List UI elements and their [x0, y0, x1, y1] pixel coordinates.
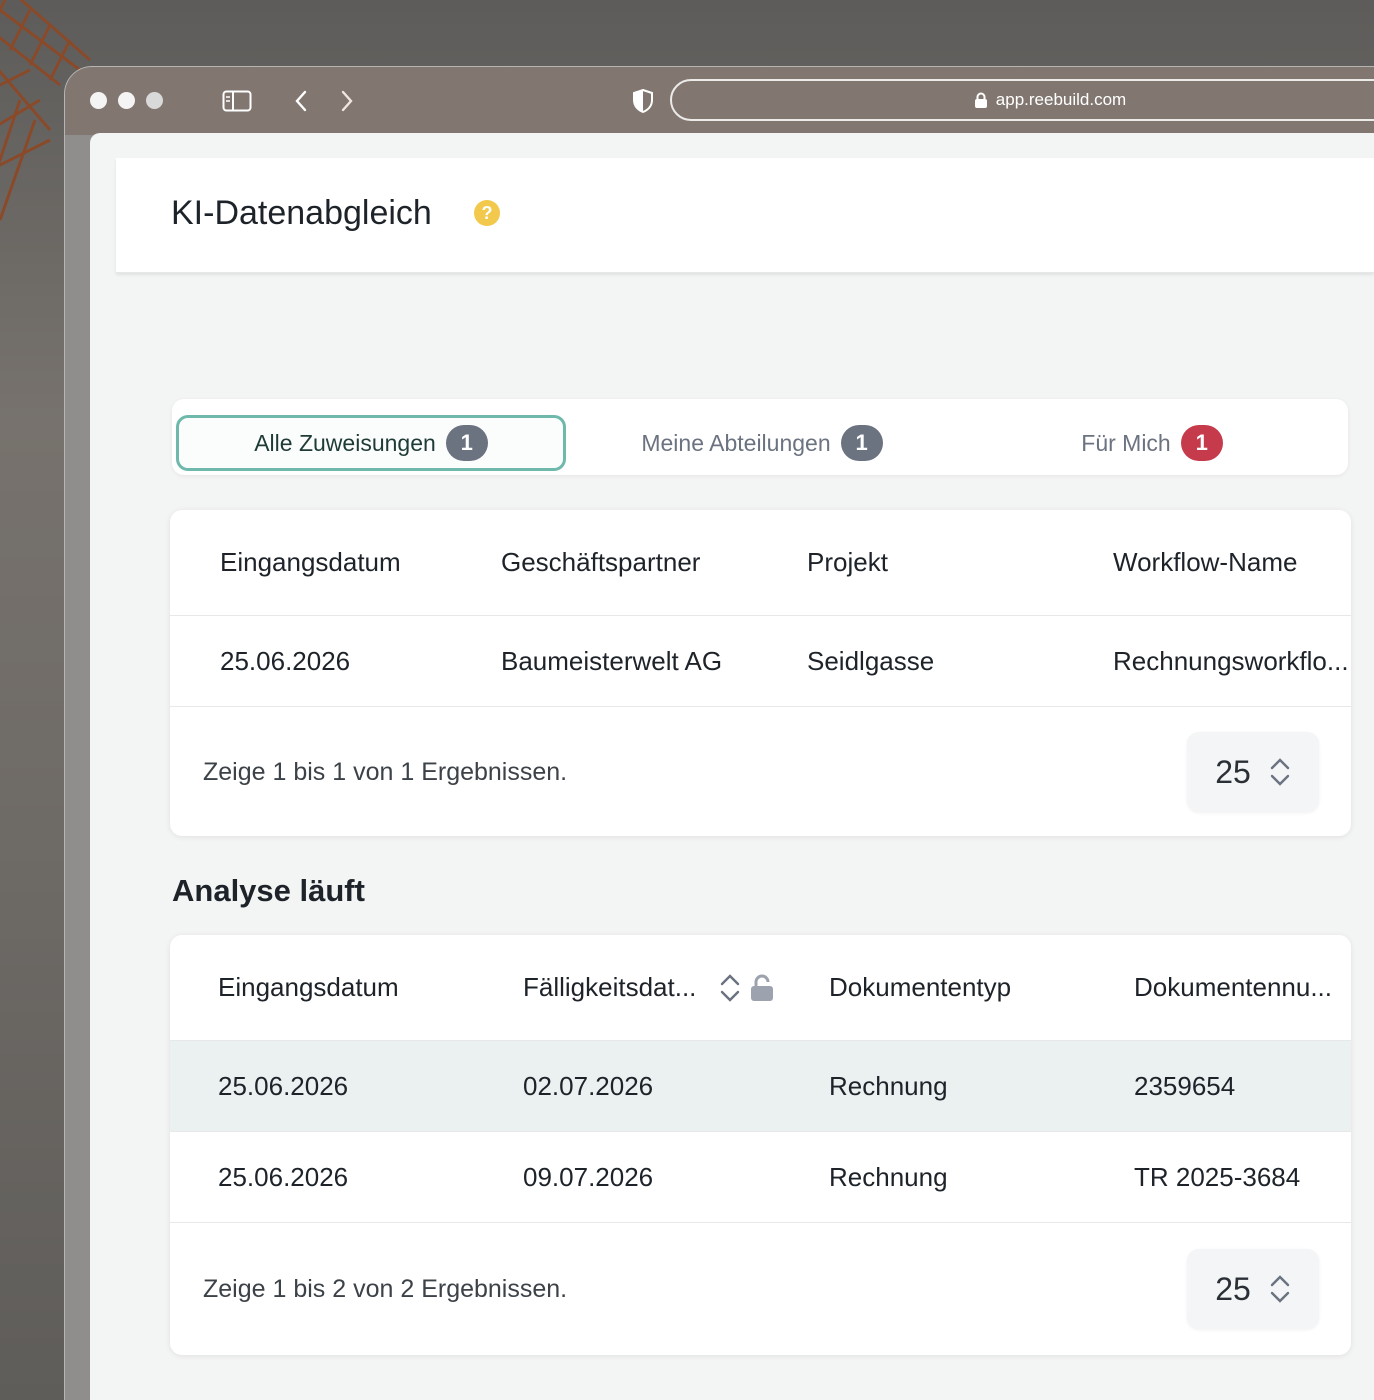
- url-text: app.reebuild.com: [995, 90, 1127, 109]
- tab-label: Für Mich: [1081, 429, 1171, 456]
- close-window-button[interactable]: [90, 92, 107, 109]
- back-icon[interactable]: [291, 87, 311, 115]
- tab-meine-abteilungen[interactable]: Meine Abteilungen 1: [572, 415, 952, 471]
- section-title-analysis: Analyse läuft: [172, 873, 365, 908]
- tab-label: Meine Abteilungen: [641, 429, 831, 456]
- page-size-value: 25: [1215, 1270, 1251, 1307]
- chevron-up-down-icon: [1270, 1275, 1289, 1303]
- page-size-value: 25: [1215, 753, 1251, 790]
- table-cell: Rechnungsworkflo...: [1113, 645, 1349, 676]
- table-cell: 09.07.2026: [523, 1161, 654, 1192]
- assignment-tabs: Alle Zuweisungen 1 Meine Abteilungen 1 F…: [172, 399, 1348, 475]
- tab-alle-zuweisungen[interactable]: Alle Zuweisungen 1: [176, 415, 566, 471]
- table-cell: Rechnung: [829, 1161, 948, 1192]
- page-size-select[interactable]: 25: [1187, 1249, 1319, 1329]
- column-header[interactable]: Dokumentennu...: [1134, 935, 1332, 1040]
- tab-label: Alle Zuweisungen: [254, 429, 436, 456]
- unlock-icon[interactable]: [750, 974, 774, 1002]
- minimize-window-button[interactable]: [118, 92, 135, 109]
- results-summary: Zeige 1 bis 1 von 1 Ergebnissen.: [203, 758, 568, 786]
- forward-icon[interactable]: [337, 87, 357, 115]
- table-row[interactable]: 25.06.2026 02.07.2026 Rechnung 2359654: [170, 1041, 1351, 1132]
- table-cell: Rechnung: [829, 1070, 948, 1101]
- column-header[interactable]: Geschäftspartner: [501, 510, 700, 615]
- browser-toolbar: app.reebuild.com: [65, 67, 1374, 135]
- page-title: KI-Datenabgleich: [171, 194, 432, 232]
- results-summary: Zeige 1 bis 2 von 2 Ergebnissen.: [203, 1275, 568, 1303]
- table-cell: Seidlgasse: [807, 645, 935, 676]
- column-header[interactable]: Workflow-Name: [1113, 510, 1297, 615]
- page-size-select[interactable]: 25: [1187, 732, 1319, 812]
- count-badge: 1: [840, 425, 883, 461]
- table-row[interactable]: 25.06.2026 09.07.2026 Rechnung TR 2025-3…: [170, 1132, 1351, 1223]
- count-badge: 1: [1180, 425, 1223, 461]
- address-bar[interactable]: app.reebuild.com: [670, 79, 1374, 121]
- column-header-label: Fälligkeitsdat...: [523, 972, 697, 1002]
- chevron-up-down-icon: [1270, 758, 1289, 786]
- table-cell: 25.06.2026: [218, 1161, 349, 1192]
- column-header[interactable]: Eingangsdatum: [220, 510, 401, 615]
- tab-fuer-mich[interactable]: Für Mich 1: [962, 415, 1342, 471]
- privacy-shield-icon[interactable]: [631, 87, 655, 115]
- table-header-row: Eingangsdatum Geschäftspartner Projekt W…: [170, 510, 1351, 616]
- sort-icon[interactable]: [718, 972, 742, 1004]
- column-header[interactable]: Projekt: [807, 510, 888, 615]
- analysis-table: Eingangsdatum Fälligkeitsdat... Dokument…: [170, 935, 1351, 1355]
- table-cell: 2359654: [1134, 1070, 1236, 1101]
- table-cell: 02.07.2026: [523, 1070, 654, 1101]
- column-header-sortable[interactable]: Fälligkeitsdat...: [523, 935, 774, 1040]
- help-icon[interactable]: ?: [474, 200, 500, 226]
- table-cell: 25.06.2026: [218, 1070, 349, 1101]
- column-header[interactable]: Eingangsdatum: [218, 935, 399, 1040]
- assignments-table: Eingangsdatum Geschäftspartner Projekt W…: [170, 510, 1351, 836]
- sidebar-toggle-icon[interactable]: [221, 87, 253, 115]
- maximize-window-button[interactable]: [146, 92, 163, 109]
- page-header: KI-Datenabgleich ?: [116, 158, 1374, 273]
- table-header-row: Eingangsdatum Fälligkeitsdat... Dokument…: [170, 935, 1351, 1041]
- column-header[interactable]: Dokumententyp: [829, 935, 1011, 1040]
- table-cell: Baumeisterwelt AG: [501, 645, 723, 676]
- lock-icon: [974, 92, 987, 108]
- count-badge: 1: [445, 425, 488, 461]
- table-row[interactable]: 25.06.2026 Baumeisterwelt AG Seidlgasse …: [170, 616, 1351, 707]
- table-cell: 25.06.2026: [220, 645, 351, 676]
- app-content: KI-Datenabgleich ? Alle Zuweisungen 1 Me…: [90, 133, 1374, 1400]
- table-cell: TR 2025-3684: [1134, 1161, 1301, 1192]
